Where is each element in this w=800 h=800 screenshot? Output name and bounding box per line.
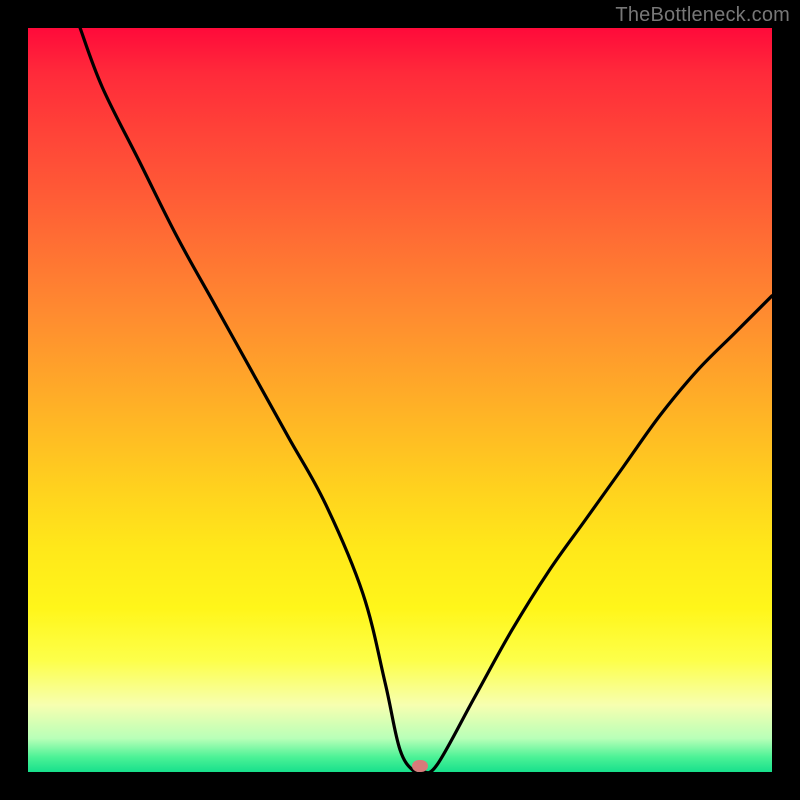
chart-frame: TheBottleneck.com: [0, 0, 800, 800]
optimum-marker: [412, 760, 428, 772]
watermark-text: TheBottleneck.com: [615, 4, 790, 27]
bottleneck-curve: [28, 28, 772, 772]
plot-area: [28, 28, 772, 772]
